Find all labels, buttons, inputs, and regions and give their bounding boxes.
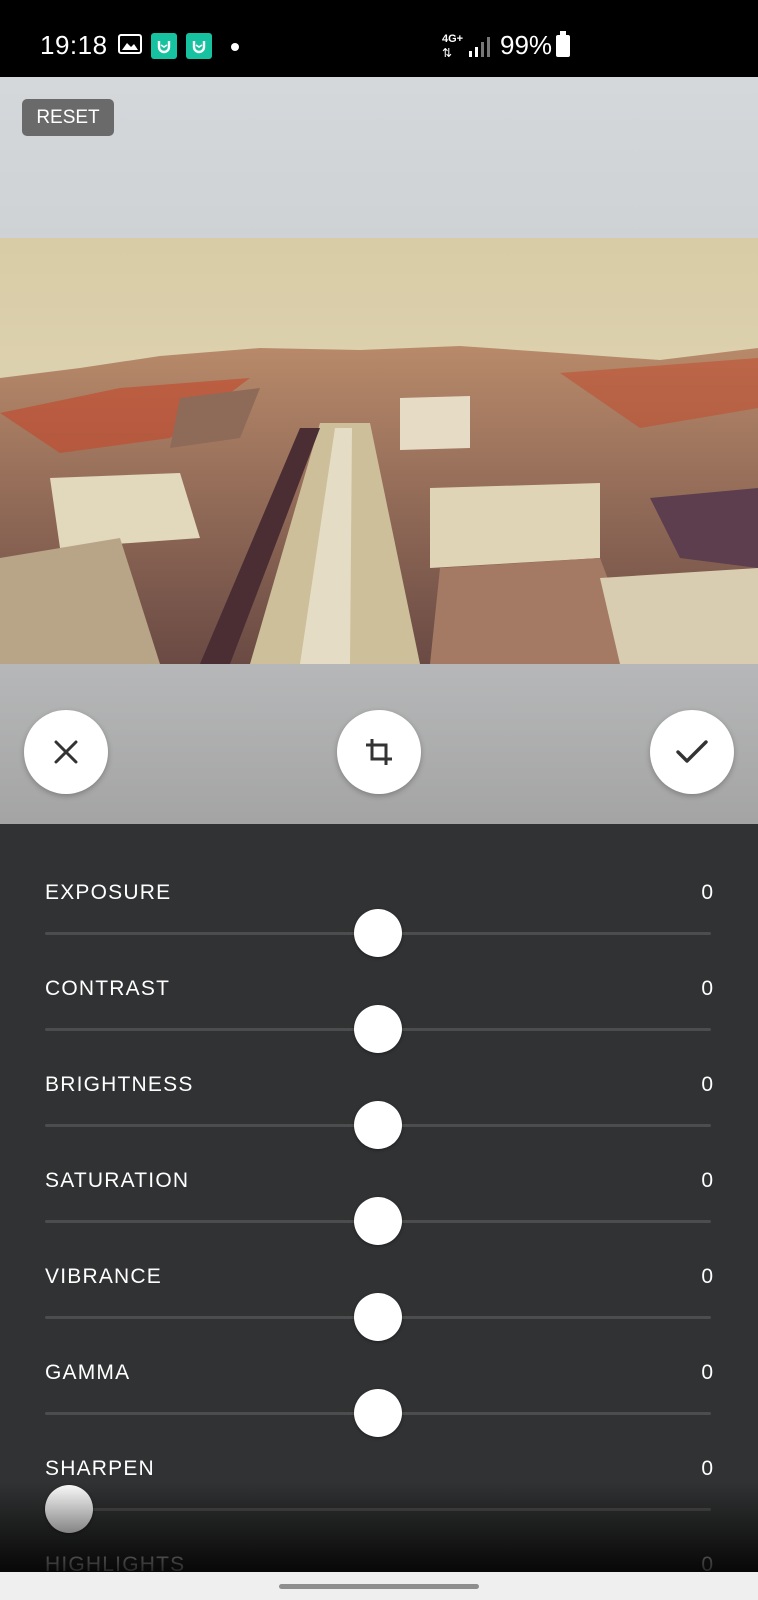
slider-value: 0 <box>701 1457 713 1480</box>
slider-value: 0 <box>701 1169 713 1192</box>
slider-gamma: GAMMA 0 <box>0 1304 758 1437</box>
slider-label: VIBRANCE <box>45 1265 162 1288</box>
crop-icon <box>366 739 392 765</box>
slider-label: GAMMA <box>45 1361 131 1384</box>
slider-value: 0 <box>701 881 713 904</box>
slider-label: SHARPEN <box>45 1457 155 1480</box>
status-time: 19:18 <box>40 30 108 60</box>
slider-vibrance: VIBRANCE 0 <box>0 1208 758 1341</box>
reset-button[interactable]: RESET <box>22 99 114 136</box>
slider-brightness: BRIGHTNESS 0 <box>0 1016 758 1149</box>
edited-photo <box>0 238 758 664</box>
battery-icon <box>556 31 570 57</box>
slider-sharpen: SHARPEN 0 <box>0 1400 758 1533</box>
notification-dot-icon <box>231 43 239 51</box>
slider-label: CONTRAST <box>45 977 171 1000</box>
confirm-button[interactable] <box>650 710 734 794</box>
app-badge-icon <box>151 33 177 59</box>
app-badge-icon <box>186 33 212 59</box>
network-arrows-icon: ⇅ <box>442 46 453 60</box>
slider-label: HIGHLIGHTS <box>45 1553 186 1572</box>
adjustments-panel[interactable]: EXPOSURE 0 CONTRAST 0 BRIGHTNESS 0 SATUR… <box>0 824 758 1572</box>
slider-value: 0 <box>701 1073 713 1096</box>
cancel-button[interactable] <box>24 710 108 794</box>
slider-label: BRIGHTNESS <box>45 1073 194 1096</box>
signal-icon <box>469 37 490 57</box>
slider-saturation: SATURATION 0 <box>0 1112 758 1245</box>
close-icon <box>54 740 78 764</box>
slider-label: SATURATION <box>45 1169 190 1192</box>
slider-exposure: EXPOSURE 0 <box>0 824 758 957</box>
crop-button[interactable] <box>337 710 421 794</box>
slider-label: EXPOSURE <box>45 881 172 904</box>
battery-percentage: 99% <box>500 30 553 60</box>
slider-contrast: CONTRAST 0 <box>0 920 758 1053</box>
check-icon <box>676 740 708 763</box>
network-type: 4G+ <box>442 33 464 45</box>
gallery-icon <box>118 34 142 54</box>
slider-value: 0 <box>701 1265 713 1288</box>
home-handle[interactable] <box>279 1584 479 1589</box>
slider-value: 0 <box>701 1361 713 1384</box>
slider-value: 0 <box>701 977 713 1000</box>
status-bar: 19:18 4G+ ⇅ 99% <box>0 0 758 77</box>
slider-highlights: HIGHLIGHTS 0 <box>0 1496 758 1572</box>
navigation-bar <box>0 1572 758 1600</box>
slider-value: 0 <box>701 1553 713 1572</box>
photo-editor-canvas: RESET <box>0 77 758 824</box>
